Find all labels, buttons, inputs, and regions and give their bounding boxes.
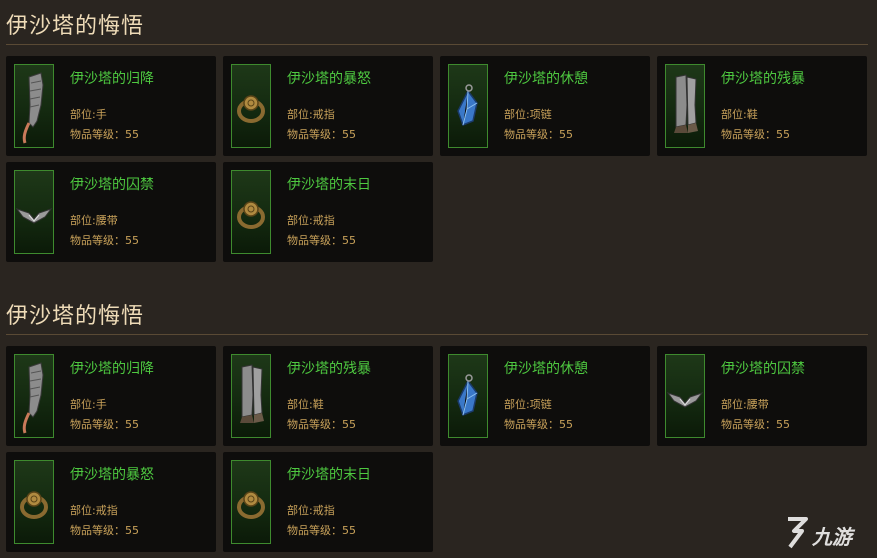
item-card[interactable]: 伊沙塔的休憩 部位:项链 物品等级：55: [440, 56, 650, 156]
boots-icon: [674, 74, 698, 133]
item-level: 物品等级：55: [721, 128, 790, 141]
item-name: 伊沙塔的囚禁: [70, 177, 154, 193]
belt-icon: [666, 392, 704, 408]
section-title: 伊沙塔的悔悟: [6, 304, 145, 329]
item-slot: 部位:腰带: [70, 214, 118, 227]
item-name: 伊沙塔的末日: [287, 177, 371, 193]
item-frame: [448, 354, 488, 438]
item-card[interactable]: 伊沙塔的末日 部位:戒指 物品等级：55: [223, 162, 433, 262]
item-level: 物品等级：55: [721, 418, 790, 431]
item-slot: 部位:戒指: [287, 504, 335, 517]
ring-icon: [237, 201, 265, 229]
item-frame: [231, 170, 271, 254]
item-card[interactable]: 伊沙塔的末日 部位:戒指 物品等级：55: [223, 452, 433, 552]
gauntlet-icon: [22, 72, 44, 144]
item-name: 伊沙塔的休憩: [504, 361, 588, 377]
section-divider: [6, 44, 868, 45]
item-name: 伊沙塔的残暴: [287, 361, 371, 377]
item-frame: [231, 64, 271, 148]
item-frame: [665, 354, 705, 438]
item-level: 物品等级：55: [70, 524, 139, 537]
gauntlet-icon: [22, 362, 44, 434]
item-frame: [231, 460, 271, 544]
item-slot: 部位:戒指: [70, 504, 118, 517]
belt-icon: [15, 208, 53, 224]
item-slot: 部位:戒指: [287, 214, 335, 227]
item-name: 伊沙塔的残暴: [721, 71, 805, 87]
section-divider: [6, 334, 868, 335]
item-card[interactable]: 伊沙塔的归降 部位:手 物品等级：55: [6, 56, 216, 156]
item-slot: 部位:鞋: [287, 398, 324, 411]
item-level: 物品等级：55: [70, 234, 139, 247]
ring-icon: [20, 491, 48, 519]
jiuyou-logo-icon: [788, 517, 808, 549]
item-slot: 部位:腰带: [721, 398, 769, 411]
watermark: 九游: [782, 515, 872, 551]
item-frame: [665, 64, 705, 148]
item-card[interactable]: 伊沙塔的囚禁 部位:腰带 物品等级：55: [6, 162, 216, 262]
item-card[interactable]: 伊沙塔的暴怒 部位:戒指 物品等级：55: [223, 56, 433, 156]
item-frame: [231, 354, 271, 438]
item-level: 物品等级：55: [70, 128, 139, 141]
item-frame: [14, 64, 54, 148]
amulet-icon: [457, 374, 478, 416]
item-level: 物品等级：55: [287, 128, 356, 141]
item-frame: [448, 64, 488, 148]
section-title: 伊沙塔的悔悟: [6, 14, 145, 39]
item-frame: [14, 354, 54, 438]
item-slot: 部位:戒指: [287, 108, 335, 121]
amulet-icon: [457, 84, 478, 126]
item-name: 伊沙塔的休憩: [504, 71, 588, 87]
item-name: 伊沙塔的归降: [70, 361, 154, 377]
item-frame: [14, 460, 54, 544]
item-level: 物品等级：55: [287, 234, 356, 247]
item-slot: 部位:手: [70, 398, 107, 411]
item-frame: [14, 170, 54, 254]
item-card[interactable]: 伊沙塔的残暴 部位:鞋 物品等级：55: [223, 346, 433, 446]
item-card[interactable]: 伊沙塔的暴怒 部位:戒指 物品等级：55: [6, 452, 216, 552]
item-slot: 部位:手: [70, 108, 107, 121]
item-card[interactable]: 伊沙塔的归降 部位:手 物品等级：55: [6, 346, 216, 446]
item-level: 物品等级：55: [70, 418, 139, 431]
watermark-text: 九游: [812, 525, 852, 549]
item-card[interactable]: 伊沙塔的囚禁 部位:腰带 物品等级：55: [657, 346, 867, 446]
item-name: 伊沙塔的暴怒: [70, 467, 154, 483]
item-card[interactable]: 伊沙塔的休憩 部位:项链 物品等级：55: [440, 346, 650, 446]
item-name: 伊沙塔的末日: [287, 467, 371, 483]
item-slot: 部位:项链: [504, 108, 552, 121]
item-slot: 部位:鞋: [721, 108, 758, 121]
item-name: 伊沙塔的归降: [70, 71, 154, 87]
item-level: 物品等级：55: [504, 418, 573, 431]
item-name: 伊沙塔的囚禁: [721, 361, 805, 377]
item-level: 物品等级：55: [504, 128, 573, 141]
ring-icon: [237, 95, 265, 123]
ring-icon: [237, 491, 265, 519]
item-level: 物品等级：55: [287, 418, 356, 431]
item-card[interactable]: 伊沙塔的残暴 部位:鞋 物品等级：55: [657, 56, 867, 156]
item-name: 伊沙塔的暴怒: [287, 71, 371, 87]
item-slot: 部位:项链: [504, 398, 552, 411]
item-level: 物品等级：55: [287, 524, 356, 537]
boots-icon: [240, 364, 264, 423]
